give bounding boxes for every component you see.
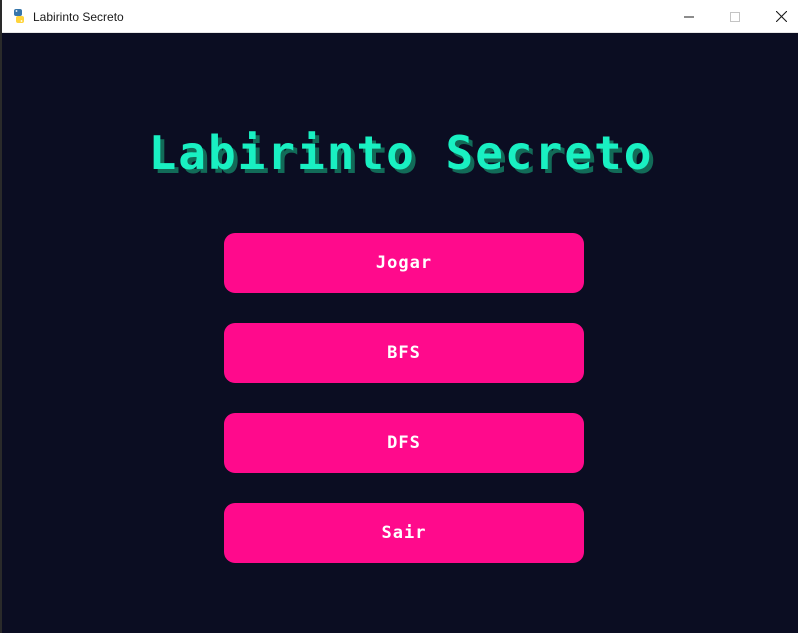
close-button[interactable]: [758, 0, 798, 33]
python-icon: [11, 8, 27, 24]
quit-button[interactable]: Sair: [224, 503, 584, 563]
dfs-button[interactable]: DFS: [224, 413, 584, 473]
bfs-button[interactable]: BFS: [224, 323, 584, 383]
game-canvas: Labirinto Secreto Jogar BFS DFS Sair: [2, 33, 798, 633]
minimize-icon: [684, 7, 694, 26]
window-title: Labirinto Secreto: [33, 10, 124, 24]
maximize-button[interactable]: [712, 0, 758, 33]
maximize-icon: [730, 7, 740, 26]
app-window: Labirinto Secreto Labirinto Secreto Joga…: [0, 0, 798, 633]
minimize-button[interactable]: [666, 0, 712, 33]
play-button[interactable]: Jogar: [224, 233, 584, 293]
title-bar[interactable]: Labirinto Secreto: [2, 0, 798, 33]
game-title: Labirinto Secreto: [148, 126, 654, 180]
close-icon: [775, 7, 787, 26]
